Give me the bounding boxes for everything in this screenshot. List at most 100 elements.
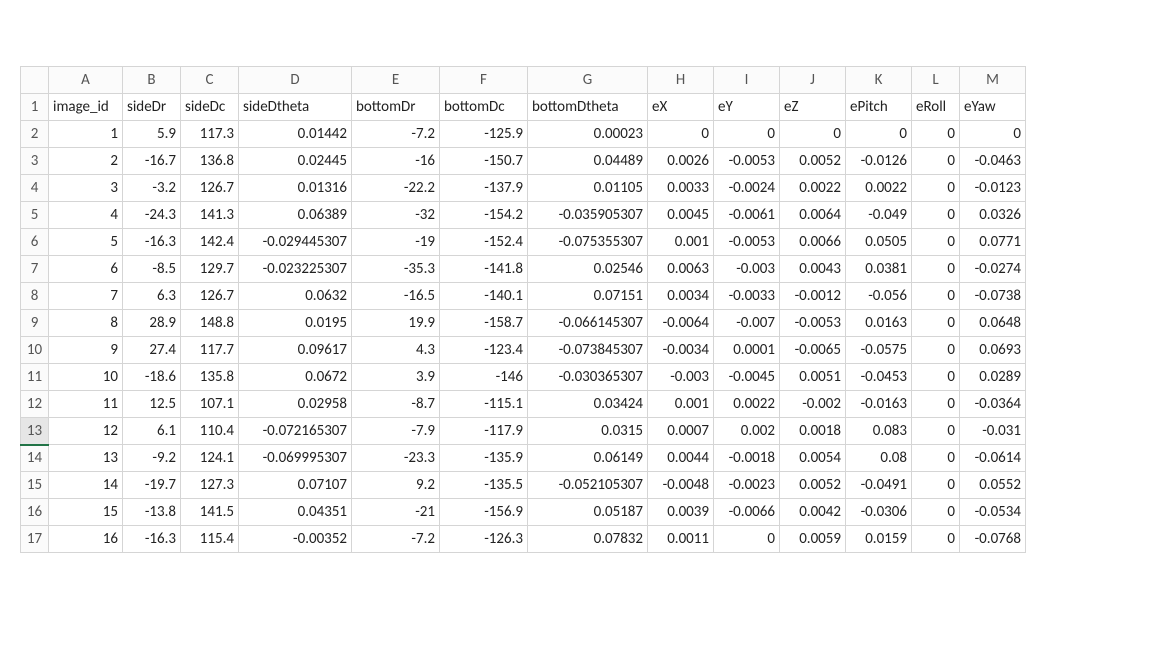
- cell-H17[interactable]: 0.0011: [648, 526, 714, 553]
- cell-L13[interactable]: 0: [912, 418, 960, 445]
- cell-M3[interactable]: -0.0463: [960, 148, 1026, 175]
- cell-A4[interactable]: 3: [49, 175, 123, 202]
- cell-J11[interactable]: 0.0051: [780, 364, 846, 391]
- cell-A12[interactable]: 11: [49, 391, 123, 418]
- cell-A13[interactable]: 12: [49, 418, 123, 445]
- cell-F15[interactable]: -135.5: [440, 472, 528, 499]
- cell-I9[interactable]: -0.007: [714, 310, 780, 337]
- column-header-M[interactable]: M: [960, 67, 1026, 94]
- cell-M10[interactable]: 0.0693: [960, 337, 1026, 364]
- cell-A15[interactable]: 14: [49, 472, 123, 499]
- cell-F6[interactable]: -152.4: [440, 229, 528, 256]
- row-header-4[interactable]: 4: [21, 175, 49, 202]
- row-header-14[interactable]: 14: [21, 445, 49, 472]
- column-header-F[interactable]: F: [440, 67, 528, 94]
- cell-H14[interactable]: 0.0044: [648, 445, 714, 472]
- cell-D14[interactable]: -0.069995307: [239, 445, 352, 472]
- cell-J8[interactable]: -0.0012: [780, 283, 846, 310]
- cell-M17[interactable]: -0.0768: [960, 526, 1026, 553]
- column-header-J[interactable]: J: [780, 67, 846, 94]
- cell-A16[interactable]: 15: [49, 499, 123, 526]
- cell-E15[interactable]: 9.2: [352, 472, 440, 499]
- cell-D12[interactable]: 0.02958: [239, 391, 352, 418]
- cell-E4[interactable]: -22.2: [352, 175, 440, 202]
- cell-I6[interactable]: -0.0053: [714, 229, 780, 256]
- cell-J17[interactable]: 0.0059: [780, 526, 846, 553]
- cell-B15[interactable]: -19.7: [123, 472, 181, 499]
- cell-I15[interactable]: -0.0023: [714, 472, 780, 499]
- cell-I3[interactable]: -0.0053: [714, 148, 780, 175]
- cell-K8[interactable]: -0.056: [846, 283, 912, 310]
- cell-I12[interactable]: 0.0022: [714, 391, 780, 418]
- cell-D11[interactable]: 0.0672: [239, 364, 352, 391]
- cell-J12[interactable]: -0.002: [780, 391, 846, 418]
- cell-B7[interactable]: -8.5: [123, 256, 181, 283]
- cell-D15[interactable]: 0.07107: [239, 472, 352, 499]
- cell-F17[interactable]: -126.3: [440, 526, 528, 553]
- cell-C15[interactable]: 127.3: [181, 472, 239, 499]
- cell-L6[interactable]: 0: [912, 229, 960, 256]
- cell-C9[interactable]: 148.8: [181, 310, 239, 337]
- row-header-11[interactable]: 11: [21, 364, 49, 391]
- cell-E17[interactable]: -7.2: [352, 526, 440, 553]
- cell-L8[interactable]: 0: [912, 283, 960, 310]
- cell-K2[interactable]: 0: [846, 121, 912, 148]
- row-header-16[interactable]: 16: [21, 499, 49, 526]
- cell-E7[interactable]: -35.3: [352, 256, 440, 283]
- cell-F8[interactable]: -140.1: [440, 283, 528, 310]
- column-header-G[interactable]: G: [528, 67, 648, 94]
- cell-B13[interactable]: 6.1: [123, 418, 181, 445]
- cell-M12[interactable]: -0.0364: [960, 391, 1026, 418]
- cell-E11[interactable]: 3.9: [352, 364, 440, 391]
- cell-K15[interactable]: -0.0491: [846, 472, 912, 499]
- cell-K17[interactable]: 0.0159: [846, 526, 912, 553]
- cell-B14[interactable]: -9.2: [123, 445, 181, 472]
- cell-L14[interactable]: 0: [912, 445, 960, 472]
- cell-D13[interactable]: -0.072165307: [239, 418, 352, 445]
- cell-B2[interactable]: 5.9: [123, 121, 181, 148]
- cell-F9[interactable]: -158.7: [440, 310, 528, 337]
- cell-D7[interactable]: -0.023225307: [239, 256, 352, 283]
- row-header-2[interactable]: 2: [21, 121, 49, 148]
- spreadsheet-grid[interactable]: ABCDEFGHIJKLM 1image_idsideDrsideDcsideD…: [20, 66, 1026, 553]
- cell-H8[interactable]: 0.0034: [648, 283, 714, 310]
- cell-C12[interactable]: 107.1: [181, 391, 239, 418]
- cell-L15[interactable]: 0: [912, 472, 960, 499]
- cell-G11[interactable]: -0.030365307: [528, 364, 648, 391]
- row-header-17[interactable]: 17: [21, 526, 49, 553]
- row-header-10[interactable]: 10: [21, 337, 49, 364]
- cell-I16[interactable]: -0.0066: [714, 499, 780, 526]
- cell-G15[interactable]: -0.052105307: [528, 472, 648, 499]
- cell-H9[interactable]: -0.0064: [648, 310, 714, 337]
- row-header-3[interactable]: 3: [21, 148, 49, 175]
- cell-K10[interactable]: -0.0575: [846, 337, 912, 364]
- cell-J15[interactable]: 0.0052: [780, 472, 846, 499]
- cell-D17[interactable]: -0.00352: [239, 526, 352, 553]
- cell-K16[interactable]: -0.0306: [846, 499, 912, 526]
- row-header-13[interactable]: 13: [21, 418, 49, 445]
- row-header-8[interactable]: 8: [21, 283, 49, 310]
- cell-E13[interactable]: -7.9: [352, 418, 440, 445]
- cell-F12[interactable]: -115.1: [440, 391, 528, 418]
- cell-L10[interactable]: 0: [912, 337, 960, 364]
- cell-J16[interactable]: 0.0042: [780, 499, 846, 526]
- cell-H6[interactable]: 0.001: [648, 229, 714, 256]
- cell-L11[interactable]: 0: [912, 364, 960, 391]
- cell-E3[interactable]: -16: [352, 148, 440, 175]
- cell-I13[interactable]: 0.002: [714, 418, 780, 445]
- cell-A11[interactable]: 10: [49, 364, 123, 391]
- cell-B1[interactable]: sideDr: [123, 94, 181, 121]
- cell-J9[interactable]: -0.0053: [780, 310, 846, 337]
- cell-C7[interactable]: 129.7: [181, 256, 239, 283]
- cell-B8[interactable]: 6.3: [123, 283, 181, 310]
- cell-I11[interactable]: -0.0045: [714, 364, 780, 391]
- cell-A2[interactable]: 1: [49, 121, 123, 148]
- cell-K12[interactable]: -0.0163: [846, 391, 912, 418]
- cell-K11[interactable]: -0.0453: [846, 364, 912, 391]
- row-header-9[interactable]: 9: [21, 310, 49, 337]
- cell-M11[interactable]: 0.0289: [960, 364, 1026, 391]
- cell-B6[interactable]: -16.3: [123, 229, 181, 256]
- cell-F1[interactable]: bottomDc: [440, 94, 528, 121]
- cell-G1[interactable]: bottomDtheta: [528, 94, 648, 121]
- cell-H4[interactable]: 0.0033: [648, 175, 714, 202]
